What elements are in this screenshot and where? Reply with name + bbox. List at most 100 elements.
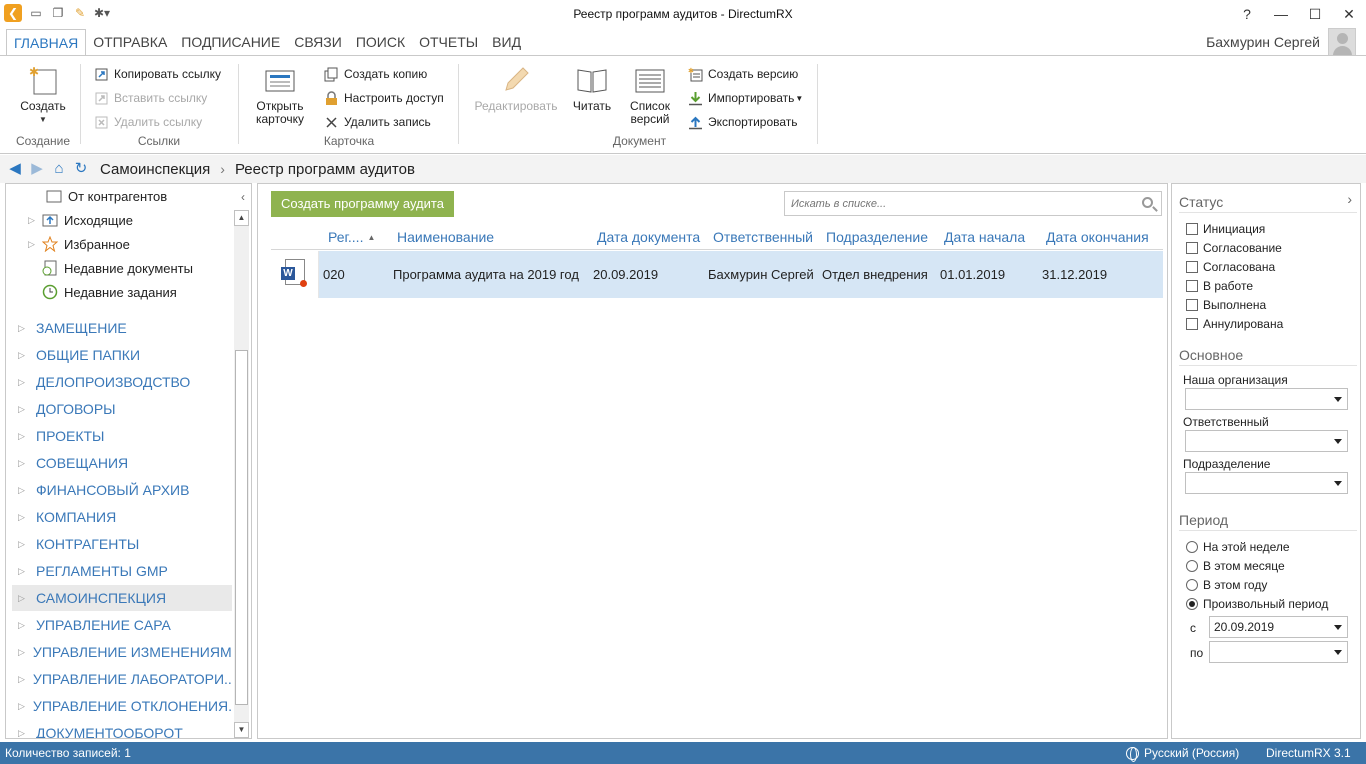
- radio-button[interactable]: [1186, 578, 1198, 591]
- collapse-panel-icon[interactable]: ‹: [241, 190, 245, 204]
- create-version-button[interactable]: ✱ Создать версию: [688, 64, 798, 84]
- avatar[interactable]: [1328, 28, 1356, 56]
- nav-scrollbar[interactable]: ▲ ▼: [234, 210, 249, 738]
- nav-section-selected[interactable]: ▷ САМОИНСПЕКЦИЯ: [12, 585, 232, 611]
- scroll-down-icon[interactable]: ▼: [234, 722, 249, 738]
- status-checkbox[interactable]: Инициация: [1186, 220, 1265, 237]
- nav-section[interactable]: ▷ ПРОЕКТЫ: [12, 423, 232, 449]
- responsible-select[interactable]: [1185, 430, 1348, 452]
- date-from-input[interactable]: 20.09.2019: [1209, 616, 1348, 638]
- breadcrumb-item[interactable]: Самоинспекция: [100, 161, 210, 178]
- expand-icon[interactable]: ▷: [18, 674, 25, 685]
- status-checkbox[interactable]: Аннулирована: [1186, 315, 1283, 332]
- checkbox[interactable]: [1186, 317, 1198, 330]
- search-box[interactable]: [784, 191, 1162, 216]
- chevron-down-icon[interactable]: [1334, 397, 1342, 402]
- help-button[interactable]: ?: [1230, 0, 1264, 28]
- access-button[interactable]: Настроить доступ: [324, 88, 444, 108]
- nav-section[interactable]: ▷ КОНТРАГЕНТЫ: [12, 531, 232, 557]
- nav-section[interactable]: ▷ УПРАВЛЕНИЕ ЛАБОРАТОРИ...: [12, 666, 232, 692]
- tab-sign[interactable]: ПОДПИСАНИЕ: [174, 29, 287, 56]
- radio-button[interactable]: [1186, 559, 1198, 572]
- expand-icon[interactable]: ▷: [18, 377, 28, 388]
- expand-icon[interactable]: ▷: [18, 458, 28, 469]
- expand-icon[interactable]: ▷: [28, 239, 38, 250]
- column-header-start-date[interactable]: Дата начала: [944, 229, 1025, 245]
- nav-section[interactable]: ▷ УПРАВЛЕНИЕ ИЗМЕНЕНИЯМИ: [12, 639, 232, 665]
- tab-links[interactable]: СВЯЗИ: [287, 29, 349, 56]
- chevron-down-icon[interactable]: [1334, 650, 1342, 655]
- expand-icon[interactable]: ▷: [18, 539, 28, 550]
- chevron-down-icon[interactable]: [1334, 481, 1342, 486]
- column-header-end-date[interactable]: Дата окончания: [1046, 229, 1149, 245]
- date-to-input[interactable]: [1209, 641, 1348, 663]
- close-button[interactable]: ✕: [1332, 0, 1366, 28]
- user-info[interactable]: Бахмурин Сергей: [1206, 28, 1356, 56]
- tree-item-recent-tasks[interactable]: Недавние задания: [42, 280, 177, 304]
- nav-section[interactable]: ▷ ДЕЛОПРОИЗВОДСТВО: [12, 369, 232, 395]
- create-audit-program-button[interactable]: Создать программу аудита: [271, 191, 454, 217]
- tab-view[interactable]: ВИД: [485, 29, 528, 56]
- nav-section[interactable]: ▷ ДОКУМЕНТООБОРОТ: [12, 720, 232, 739]
- copy-link-button[interactable]: Копировать ссылку: [94, 64, 221, 84]
- nav-section[interactable]: ▷ УПРАВЛЕНИЕ CAPA: [12, 612, 232, 638]
- checkbox[interactable]: [1186, 241, 1198, 254]
- tab-search[interactable]: ПОИСК: [349, 29, 412, 56]
- expand-icon[interactable]: ▷: [18, 431, 28, 442]
- scroll-thumb[interactable]: [235, 350, 248, 705]
- period-radio-selected[interactable]: Произвольный период: [1186, 595, 1328, 612]
- expand-icon[interactable]: ▷: [18, 728, 28, 739]
- home-icon[interactable]: ⌂: [50, 160, 68, 178]
- nav-section[interactable]: ▷ УПРАВЛЕНИЕ ОТКЛОНЕНИЯ...: [12, 693, 232, 719]
- delete-record-button[interactable]: Удалить запись: [324, 112, 431, 132]
- search-icon[interactable]: [1142, 197, 1153, 208]
- tab-send[interactable]: ОТПРАВКА: [86, 29, 174, 56]
- expand-icon[interactable]: ▷: [18, 593, 28, 604]
- organization-select[interactable]: [1185, 388, 1348, 410]
- table-row[interactable]: W 020 Программа аудита на 2019 год 20.09…: [271, 251, 1163, 298]
- expand-icon[interactable]: ▷: [18, 512, 28, 523]
- open-card-button[interactable]: Открыть карточку: [248, 62, 312, 126]
- minimize-button[interactable]: —: [1264, 0, 1298, 28]
- collapse-filter-icon[interactable]: ›: [1347, 191, 1352, 207]
- column-header-responsible[interactable]: Ответственный: [713, 229, 813, 245]
- column-header-reg[interactable]: Рег.... ▲: [328, 229, 375, 245]
- expand-icon[interactable]: ▷: [18, 323, 28, 334]
- column-header-doc-date[interactable]: Дата документа: [597, 229, 700, 245]
- search-input[interactable]: [785, 192, 1125, 215]
- import-button[interactable]: Импортировать ▼: [688, 88, 803, 108]
- nav-section[interactable]: ▷ СОВЕЩАНИЯ: [12, 450, 232, 476]
- tab-reports[interactable]: ОТЧЕТЫ: [412, 29, 485, 56]
- chevron-down-icon[interactable]: [1334, 439, 1342, 444]
- radio-button-selected[interactable]: [1186, 597, 1198, 610]
- period-radio[interactable]: В этом месяце: [1186, 557, 1285, 574]
- expand-icon[interactable]: ▷: [18, 350, 28, 361]
- refresh-icon[interactable]: ↻: [72, 160, 90, 178]
- period-radio[interactable]: В этом году: [1186, 576, 1267, 593]
- column-header-department[interactable]: Подразделение: [826, 229, 928, 245]
- forward-arrow-icon[interactable]: ▶: [28, 160, 46, 178]
- create-button[interactable]: ✱ Создать ▼: [18, 62, 68, 126]
- status-checkbox[interactable]: В работе: [1186, 277, 1253, 294]
- checkbox[interactable]: [1186, 298, 1198, 311]
- nav-section[interactable]: ▷ КОМПАНИЯ: [12, 504, 232, 530]
- checkbox[interactable]: [1186, 279, 1198, 292]
- expand-icon[interactable]: ▷: [18, 404, 28, 415]
- department-select[interactable]: [1185, 472, 1348, 494]
- checkbox[interactable]: [1186, 222, 1198, 235]
- column-header-name[interactable]: Наименование: [397, 229, 494, 245]
- tree-item-recent-documents[interactable]: Недавние документы: [42, 256, 193, 280]
- expand-icon[interactable]: ▷: [18, 566, 28, 577]
- status-checkbox[interactable]: Согласована: [1186, 258, 1275, 275]
- tree-item-favorites[interactable]: ▷ Избранное: [28, 232, 130, 256]
- expand-icon[interactable]: ▷: [28, 215, 38, 226]
- radio-button[interactable]: [1186, 540, 1198, 553]
- nav-section[interactable]: ▷ ЗАМЕЩЕНИЕ: [12, 315, 232, 341]
- period-radio[interactable]: На этой неделе: [1186, 538, 1290, 555]
- scroll-up-icon[interactable]: ▲: [234, 210, 249, 226]
- status-checkbox[interactable]: Согласование: [1186, 239, 1282, 256]
- nav-section[interactable]: ▷ ОБЩИЕ ПАПКИ: [12, 342, 232, 368]
- delete-link-button[interactable]: Удалить ссылку: [94, 112, 202, 132]
- chevron-down-icon[interactable]: [1334, 625, 1342, 630]
- expand-icon[interactable]: ▷: [18, 647, 25, 658]
